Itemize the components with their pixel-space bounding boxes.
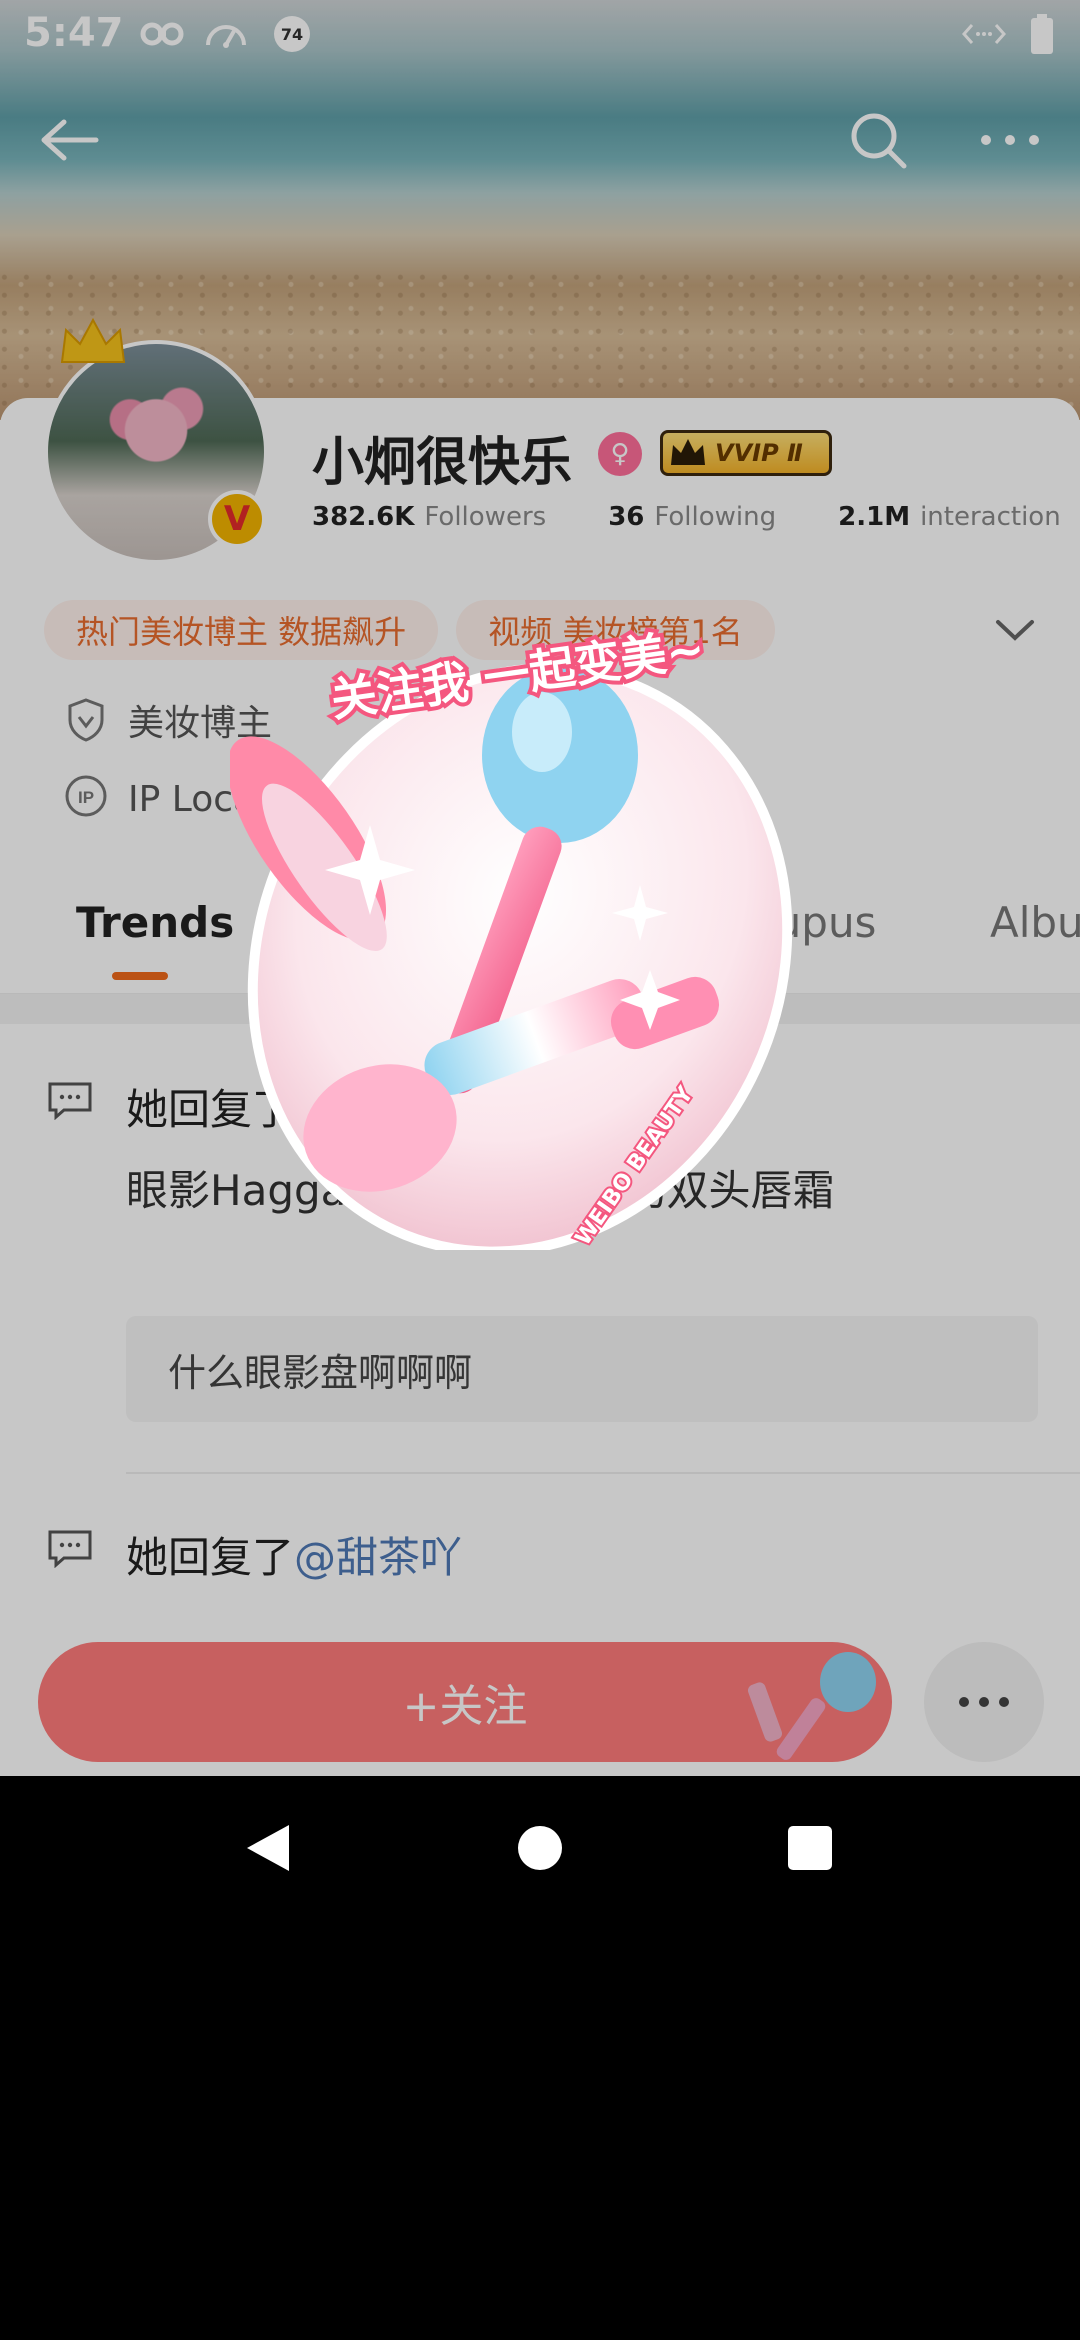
system-back-button[interactable] — [236, 1816, 300, 1880]
follow-promo-sticker[interactable]: 关注我 一起变美~ WEIBO BEAUTY — [230, 610, 830, 1250]
triangle-back-icon — [247, 1825, 289, 1871]
square-recents-icon — [788, 1826, 832, 1870]
system-home-button[interactable] — [508, 1816, 572, 1880]
system-navigation-bar — [0, 1776, 1080, 1916]
circle-home-icon — [518, 1826, 562, 1870]
system-recents-button[interactable] — [778, 1816, 842, 1880]
weibo-profile-screen: 5:47 74 V 小炯很快乐 ♀ VVIP Ⅱ 382.6K Follower… — [0, 0, 1080, 1776]
